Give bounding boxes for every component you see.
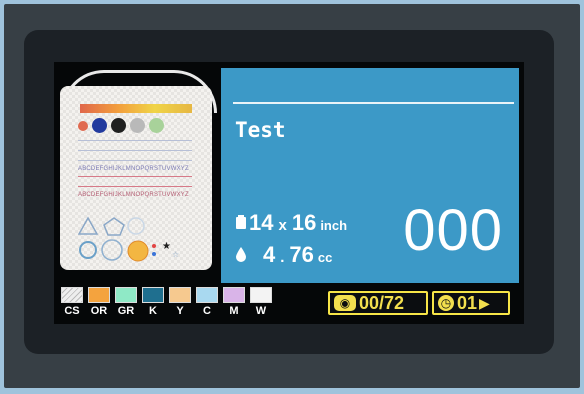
ink-unit: cc [317,250,333,265]
page-value: 01 [457,292,478,313]
print-counter: 000 [403,198,503,263]
progress-counter[interactable]: ◉ 00/72 [328,291,428,315]
preview-gradient-bar [80,104,192,113]
size-unit: inch [320,218,348,233]
swatch-label: GR [117,305,135,317]
swatch-label: CS [64,305,80,317]
preview-dot-icon [78,120,88,131]
play-icon[interactable]: ▶ [479,295,490,312]
page-counter[interactable]: ◷ 01 ▶ [432,291,510,315]
ink-swatch-y[interactable]: Y [168,287,192,317]
clock-icon: ◷ [438,295,454,311]
job-title: Test [235,118,286,142]
svg-text:★: ★ [162,241,171,252]
size-width: 14 [249,210,274,235]
swatch-color [250,287,272,303]
swatch-label: Y [176,305,184,317]
swatch-label: C [203,305,211,317]
globe-icon [130,118,145,133]
divider [233,102,514,104]
shirt-icon [236,215,246,229]
ink-swatch-k[interactable]: K [141,287,165,317]
flower-icon [111,118,126,133]
ink-whole: 4 [263,242,276,267]
swatch-color [142,287,164,303]
svg-text:☆: ☆ [172,250,179,259]
swatch-label: OR [90,305,108,317]
swatch-label: M [229,305,239,317]
job-info-panel: Test 14 x 16 inch 4 . 76 cc 000 [221,68,519,283]
preview-shapes: ★ ☆ [78,216,179,262]
progress-value: 00/72 [359,292,405,313]
swatch-color [169,287,191,303]
swatch-label: K [149,305,157,317]
size-height: 16 [291,210,317,235]
pentagon-icon [92,118,107,133]
ink-drop-icon [236,247,246,262]
ink-usage: 4 . 76 cc [233,242,332,268]
ink-swatch-or[interactable]: OR [87,287,111,317]
print-size: 14 x 16 inch [233,210,347,236]
ink-swatch-w[interactable]: W [249,287,273,317]
swatch-color [115,287,137,303]
ink-swatch-m[interactable]: M [222,287,246,317]
ball-icon [149,118,164,133]
swatch-label: W [255,305,267,317]
swatch-color [88,287,110,303]
ink-swatch-c[interactable]: C [195,287,219,317]
ink-frac: 76 [289,242,314,267]
preview-alphabet-1: ABCDEFGHIJKLMNOPQRSTUVWXYZ [78,166,189,172]
ink-dot: . [280,249,285,266]
swatch-color [196,287,218,303]
ink-swatch-gr[interactable]: GR [114,287,138,317]
preview-alphabet-2: ABCDEFGHIJKLMNOPQRSTUVWXYZ [78,192,189,198]
size-x: x [278,217,287,234]
preview-icons [78,118,164,133]
ink-swatch-cs[interactable]: CS [60,287,84,317]
swatch-color [223,287,245,303]
swatch-color [61,287,83,303]
eye-icon: ◉ [334,295,356,311]
ink-swatches: CS OR GR K Y C M W [60,287,273,317]
